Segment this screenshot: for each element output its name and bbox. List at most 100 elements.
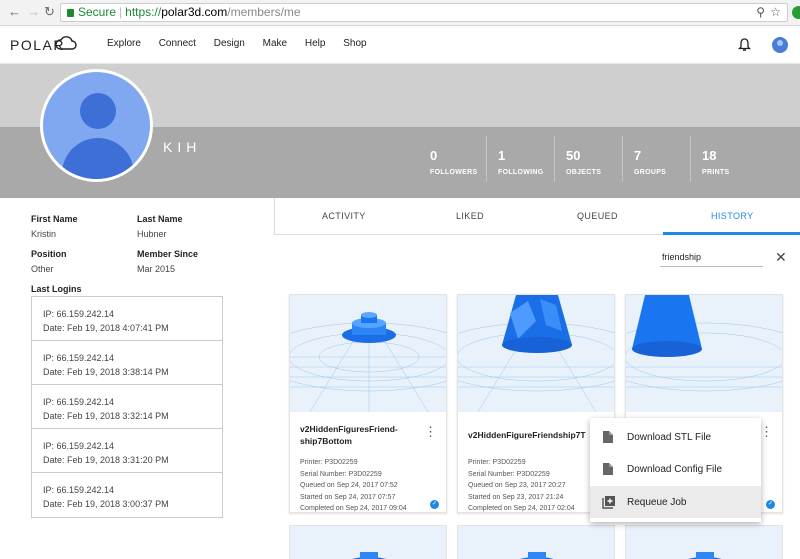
stat-followers[interactable]: 0 FOLLOWERS — [430, 148, 477, 176]
avatar-body — [62, 138, 134, 179]
file-icon — [603, 463, 613, 475]
card-title[interactable]: v2HiddenFigureFriendship7T — [468, 429, 596, 441]
profile-tabs: ACTIVITY LIKED QUEUED HISTORY — [274, 198, 800, 235]
last-name-label: Last Name — [137, 214, 183, 224]
search-input[interactable]: friendship — [660, 247, 763, 267]
forward-icon[interactable]: → — [27, 5, 40, 19]
browser-toolbar: ← → ↻ Secure | https://polar3d.com/members… — [0, 0, 800, 26]
menu-item-label: Download Config File — [627, 464, 723, 475]
last-logins-label: Last Logins — [31, 284, 82, 294]
login-ip: IP: 66.159.242.14 — [43, 397, 115, 407]
position-label: Position — [31, 249, 67, 259]
url-separator: | — [119, 5, 123, 19]
stat-divider — [486, 136, 487, 182]
menu-item-label: Requeue Job — [627, 497, 687, 508]
address-bar[interactable]: Secure | https://polar3d.com/members/me ⚲ … — [60, 3, 788, 22]
bell-icon[interactable] — [738, 38, 751, 52]
card-serial: Serial Number: P3D02259 — [468, 470, 550, 478]
tab-queued[interactable]: QUEUED — [577, 211, 618, 221]
file-icon — [603, 431, 613, 443]
login-entry: IP: 66.159.242.14 Date: Feb 19, 2018 3:32… — [32, 385, 222, 429]
login-ip: IP: 66.159.242.14 — [43, 485, 115, 495]
stat-value: 7 — [634, 148, 642, 163]
polar-logo[interactable]: POLAR — [10, 36, 77, 53]
login-date: Date: Feb 19, 2018 3:32:14 PM — [43, 411, 169, 421]
stat-value: 1 — [498, 148, 506, 163]
url-host: polar3d.com — [161, 5, 228, 19]
completed-check-icon: ✓ — [430, 500, 439, 509]
extension-icon[interactable] — [792, 6, 800, 19]
model-preview — [458, 295, 614, 412]
queue-add-icon — [602, 496, 615, 509]
nav-make[interactable]: Make — [263, 38, 287, 49]
print-card[interactable] — [625, 525, 783, 559]
nav-connect[interactable]: Connect — [159, 38, 196, 49]
model-preview — [626, 295, 782, 412]
stat-label: OBJECTS — [566, 169, 602, 176]
login-date: Date: Feb 19, 2018 4:07:41 PM — [43, 323, 169, 333]
tab-liked[interactable]: LIKED — [456, 211, 484, 221]
card-title[interactable]: v2HiddenFiguresFriend-ship7Bottom — [300, 423, 428, 447]
profile-username: KIH — [163, 139, 202, 155]
main-menu: Explore Connect Design Make Help Shop — [107, 38, 382, 49]
zoom-icon[interactable]: ⚲ — [756, 4, 765, 21]
login-entry: IP: 66.159.242.14 Date: Feb 19, 2018 3:38… — [32, 341, 222, 385]
nav-shop[interactable]: Shop — [343, 38, 366, 49]
menu-requeue-job[interactable]: Requeue Job — [590, 486, 761, 518]
first-name-label: First Name — [31, 214, 78, 224]
card-started: Started on Sep 24, 2017 07:57 — [300, 493, 396, 501]
stat-label: FOLLOWING — [498, 169, 544, 176]
lock-icon — [67, 9, 74, 17]
position-value: Other — [31, 264, 54, 274]
nav-explore[interactable]: Explore — [107, 38, 141, 49]
reload-icon[interactable]: ↻ — [44, 5, 55, 19]
member-since-value: Mar 2015 — [137, 264, 176, 274]
print-card[interactable] — [289, 525, 447, 559]
bookmark-star-icon[interactable]: ☆ — [770, 4, 781, 21]
completed-check-icon: ✓ — [766, 500, 775, 509]
stat-divider — [622, 136, 623, 182]
login-entry: IP: 66.159.242.14 Date: Feb 19, 2018 4:07… — [32, 297, 222, 341]
site-header: POLAR Explore Connect Design Make Help S… — [0, 26, 800, 64]
card-printer: Printer: P3D02259 — [300, 459, 358, 466]
stat-value: 0 — [430, 148, 438, 163]
card-started: Started on Sep 23, 2017 21:24 — [468, 493, 564, 501]
card-completed: Completed on Sep 24, 2017 02:04 — [468, 505, 575, 512]
cloud-icon — [55, 36, 77, 50]
more-vert-icon[interactable]: ⋮ — [760, 425, 773, 438]
stat-prints[interactable]: 18 PRINTS — [702, 148, 729, 176]
stat-groups[interactable]: 7 GROUPS — [634, 148, 666, 176]
print-card[interactable]: v2HiddenFiguresFriend-ship7Bottom ⋮ Prin… — [289, 294, 447, 513]
card-queued: Queued on Sep 23, 2017 20:27 — [468, 482, 566, 489]
model-thumbnail — [458, 526, 614, 559]
login-date: Date: Feb 19, 2018 3:31:20 PM — [43, 455, 169, 465]
menu-download-stl[interactable]: Download STL File — [590, 421, 761, 453]
back-icon[interactable]: ← — [8, 5, 21, 19]
nav-design[interactable]: Design — [214, 38, 245, 49]
model-thumbnail — [458, 295, 614, 412]
login-ip: IP: 66.159.242.14 — [43, 309, 115, 319]
stat-following[interactable]: 1 FOLLOWING — [498, 148, 543, 176]
stat-divider — [690, 136, 691, 182]
last-logins-list: IP: 66.159.242.14 Date: Feb 19, 2018 4:07… — [31, 296, 223, 518]
stat-divider — [554, 136, 555, 182]
tab-activity[interactable]: ACTIVITY — [322, 211, 366, 221]
login-date: Date: Feb 19, 2018 3:00:37 PM — [43, 499, 169, 509]
clear-search-icon[interactable]: ✕ — [775, 249, 787, 266]
card-printer: Printer: P3D02259 — [468, 459, 526, 466]
print-card[interactable] — [457, 525, 615, 559]
model-thumbnail — [626, 526, 782, 559]
user-avatar-icon[interactable] — [772, 37, 788, 53]
login-date: Date: Feb 19, 2018 3:38:14 PM — [43, 367, 169, 377]
model-thumbnail — [626, 295, 782, 392]
menu-download-config[interactable]: Download Config File — [590, 453, 761, 485]
tab-history[interactable]: HISTORY — [711, 211, 753, 221]
nav-help[interactable]: Help — [305, 38, 326, 49]
first-name-value: Kristin — [31, 229, 57, 239]
profile-avatar — [40, 69, 153, 182]
more-vert-icon[interactable]: ⋮ — [424, 425, 437, 438]
card-completed: Completed on Sep 24, 2017 09:04 — [300, 505, 407, 512]
stat-value: 18 — [702, 148, 717, 163]
login-ip: IP: 66.159.242.14 — [43, 353, 115, 363]
stat-objects[interactable]: 50 OBJECTS — [566, 148, 601, 176]
